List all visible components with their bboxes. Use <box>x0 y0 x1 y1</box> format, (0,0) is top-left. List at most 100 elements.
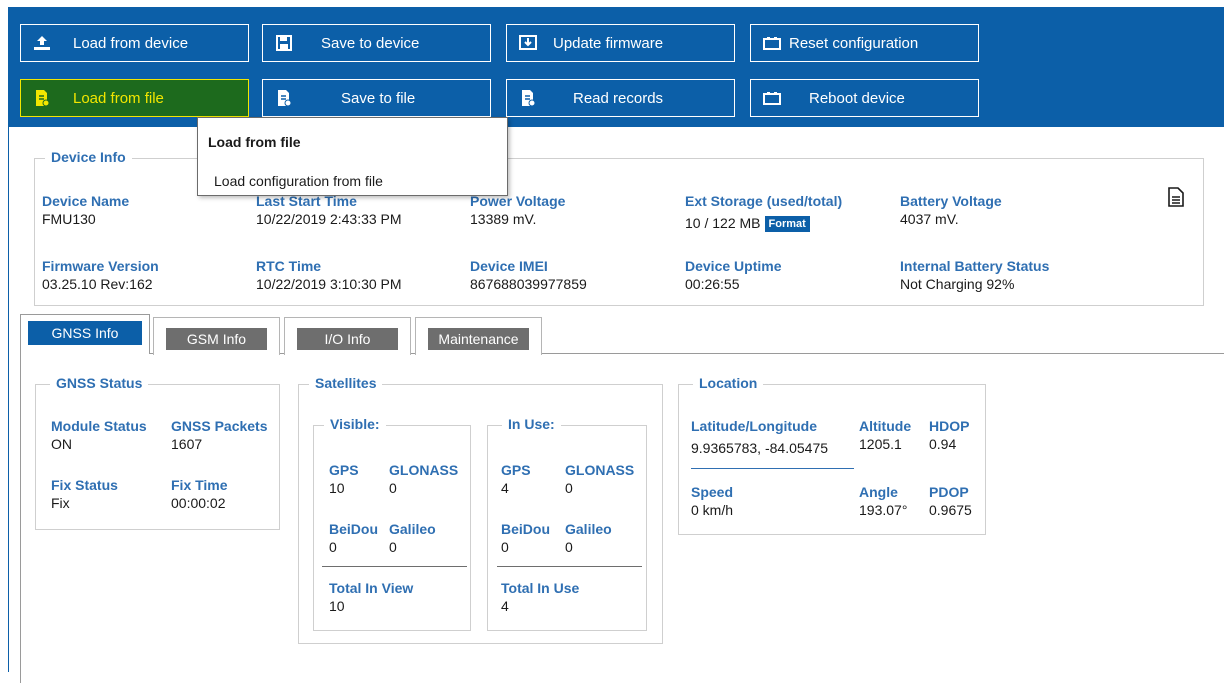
speed-field: Speed 0 km/h <box>691 484 733 518</box>
module-status-value: ON <box>51 436 72 452</box>
fix-status-value: Fix <box>51 495 70 511</box>
read-records-button[interactable]: Read records <box>506 79 735 117</box>
pdop-value: 0.9675 <box>929 502 972 518</box>
firmware-field: Firmware Version 03.25.10 Rev:162 <box>42 258 159 292</box>
firmware-label: Firmware Version <box>42 258 159 274</box>
fix-status-field: Fix Status Fix <box>51 477 118 511</box>
battery-voltage-label: Battery Voltage <box>900 193 1002 209</box>
in-use-glonass-label: GLONASS <box>565 462 635 478</box>
speed-value: 0 km/h <box>691 502 734 518</box>
ext-storage-value: 10 / 122 MB <box>685 215 761 231</box>
fix-time-value: 00:00:02 <box>171 495 226 511</box>
read-records-label: Read records <box>573 89 664 107</box>
rtc-label: RTC Time <box>256 258 322 274</box>
hdop-value: 0.94 <box>929 436 957 452</box>
update-firmware-button[interactable]: Update firmware <box>506 24 735 62</box>
visible-total-field: Total In View 10 <box>329 580 413 614</box>
reboot-device-label: Reboot device <box>809 89 905 107</box>
save-to-device-button[interactable]: Save to device <box>262 24 491 62</box>
device-info-title: Device Info <box>45 149 132 165</box>
battery-icon <box>763 89 781 107</box>
in-use-beidou-value: 0 <box>501 539 509 555</box>
gnss-status-title: GNSS Status <box>50 375 149 391</box>
fix-time-label: Fix Time <box>171 477 228 493</box>
uptime-field: Device Uptime 00:26:55 <box>685 258 781 292</box>
uptime-label: Device Uptime <box>685 258 782 274</box>
document-icon[interactable] <box>1168 187 1186 207</box>
reset-configuration-button[interactable]: Reset configuration <box>750 24 979 62</box>
imei-field: Device IMEI 867688039977859 <box>470 258 587 292</box>
angle-label: Angle <box>859 484 898 500</box>
altitude-field: Altitude 1205.1 <box>859 418 911 452</box>
last-start-field: Last Start Time 10/22/2019 2:43:33 PM <box>256 193 402 227</box>
visible-glonass-label: GLONASS <box>389 462 459 478</box>
tab-gnss-info-label: GNSS Info <box>28 321 142 345</box>
download-icon <box>519 34 537 52</box>
latlon-underline <box>691 468 854 469</box>
fix-status-label: Fix Status <box>51 477 118 493</box>
tab-io-info[interactable]: I/O Info <box>284 317 411 355</box>
latlon-field: Latitude/Longitude 9.9365783, -84.05475 <box>691 418 828 456</box>
upload-icon <box>33 34 51 52</box>
reset-configuration-label: Reset configuration <box>789 34 919 52</box>
hdop-field: HDOP 0.94 <box>929 418 969 452</box>
tab-gsm-info[interactable]: GSM Info <box>153 317 280 355</box>
tab-maintenance[interactable]: Maintenance <box>415 317 542 355</box>
firmware-value: 03.25.10 Rev:162 <box>42 276 153 292</box>
angle-value: 193.07° <box>859 502 908 518</box>
update-firmware-label: Update firmware <box>553 34 664 52</box>
visible-total-label: Total In View <box>329 580 414 596</box>
tooltip: Load from file Load configuration from f… <box>197 117 508 196</box>
in-use-gps-field: GPS 4 <box>501 462 531 496</box>
angle-field: Angle 193.07° <box>859 484 907 518</box>
battery-icon <box>763 34 781 52</box>
gnss-packets-label: GNSS Packets <box>171 418 268 434</box>
format-button[interactable]: Format <box>764 216 810 232</box>
in-use-beidou-label: BeiDou <box>501 521 550 537</box>
power-voltage-field: Power Voltage 13389 mV. <box>470 193 565 227</box>
int-battery-label: Internal Battery Status <box>900 258 1050 274</box>
pdop-label: PDOP <box>929 484 969 500</box>
visible-galileo-label: Galileo <box>389 521 436 537</box>
in-use-glonass-field: GLONASS 0 <box>565 462 634 496</box>
module-status-field: Module Status ON <box>51 418 147 452</box>
pdop-field: PDOP 0.9675 <box>929 484 972 518</box>
location-title: Location <box>693 375 764 391</box>
visible-total-value: 10 <box>329 598 345 614</box>
reboot-device-button[interactable]: Reboot device <box>750 79 979 117</box>
visible-galileo-field: Galileo 0 <box>389 521 436 555</box>
rtc-value: 10/22/2019 3:10:30 PM <box>256 276 402 292</box>
device-name-field: Device Name FMU130 <box>42 193 129 227</box>
tooltip-title: Load from file <box>208 134 301 150</box>
save-to-file-button[interactable]: Save to file <box>262 79 491 117</box>
tab-maintenance-label: Maintenance <box>428 328 529 350</box>
visible-glonass-value: 0 <box>389 480 397 496</box>
load-from-device-button[interactable]: Load from device <box>20 24 249 62</box>
ext-storage-label: Ext Storage (used/total) <box>685 193 843 209</box>
tab-gsm-info-label: GSM Info <box>166 328 267 350</box>
visible-beidou-field: BeiDou 0 <box>329 521 378 555</box>
save-to-file-label: Save to file <box>341 89 416 107</box>
save-to-device-label: Save to device <box>321 34 420 52</box>
in-use-gps-label: GPS <box>501 462 531 478</box>
in-use-divider <box>497 566 642 567</box>
visible-glonass-field: GLONASS 0 <box>389 462 458 496</box>
in-use-total-value: 4 <box>501 598 509 614</box>
visible-gps-field: GPS 10 <box>329 462 359 496</box>
device-name-value: FMU130 <box>42 211 96 227</box>
imei-label: Device IMEI <box>470 258 548 274</box>
save-icon <box>275 34 293 52</box>
load-from-file-button[interactable]: Load from file <box>20 79 249 117</box>
file-check-icon <box>519 89 537 107</box>
visible-divider <box>322 566 467 567</box>
tooltip-body: Load configuration from file <box>214 173 383 189</box>
tab-gnss-info[interactable]: GNSS Info <box>20 314 150 354</box>
in-use-galileo-value: 0 <box>565 539 573 555</box>
toolbar: Load from device Save to device Update f… <box>9 7 1224 127</box>
load-from-device-label: Load from device <box>73 34 189 52</box>
in-use-galileo-label: Galileo <box>565 521 612 537</box>
visible-galileo-value: 0 <box>389 539 397 555</box>
imei-value: 867688039977859 <box>470 276 587 292</box>
visible-title: Visible: <box>324 416 386 432</box>
last-start-value: 10/22/2019 2:43:33 PM <box>256 211 402 227</box>
